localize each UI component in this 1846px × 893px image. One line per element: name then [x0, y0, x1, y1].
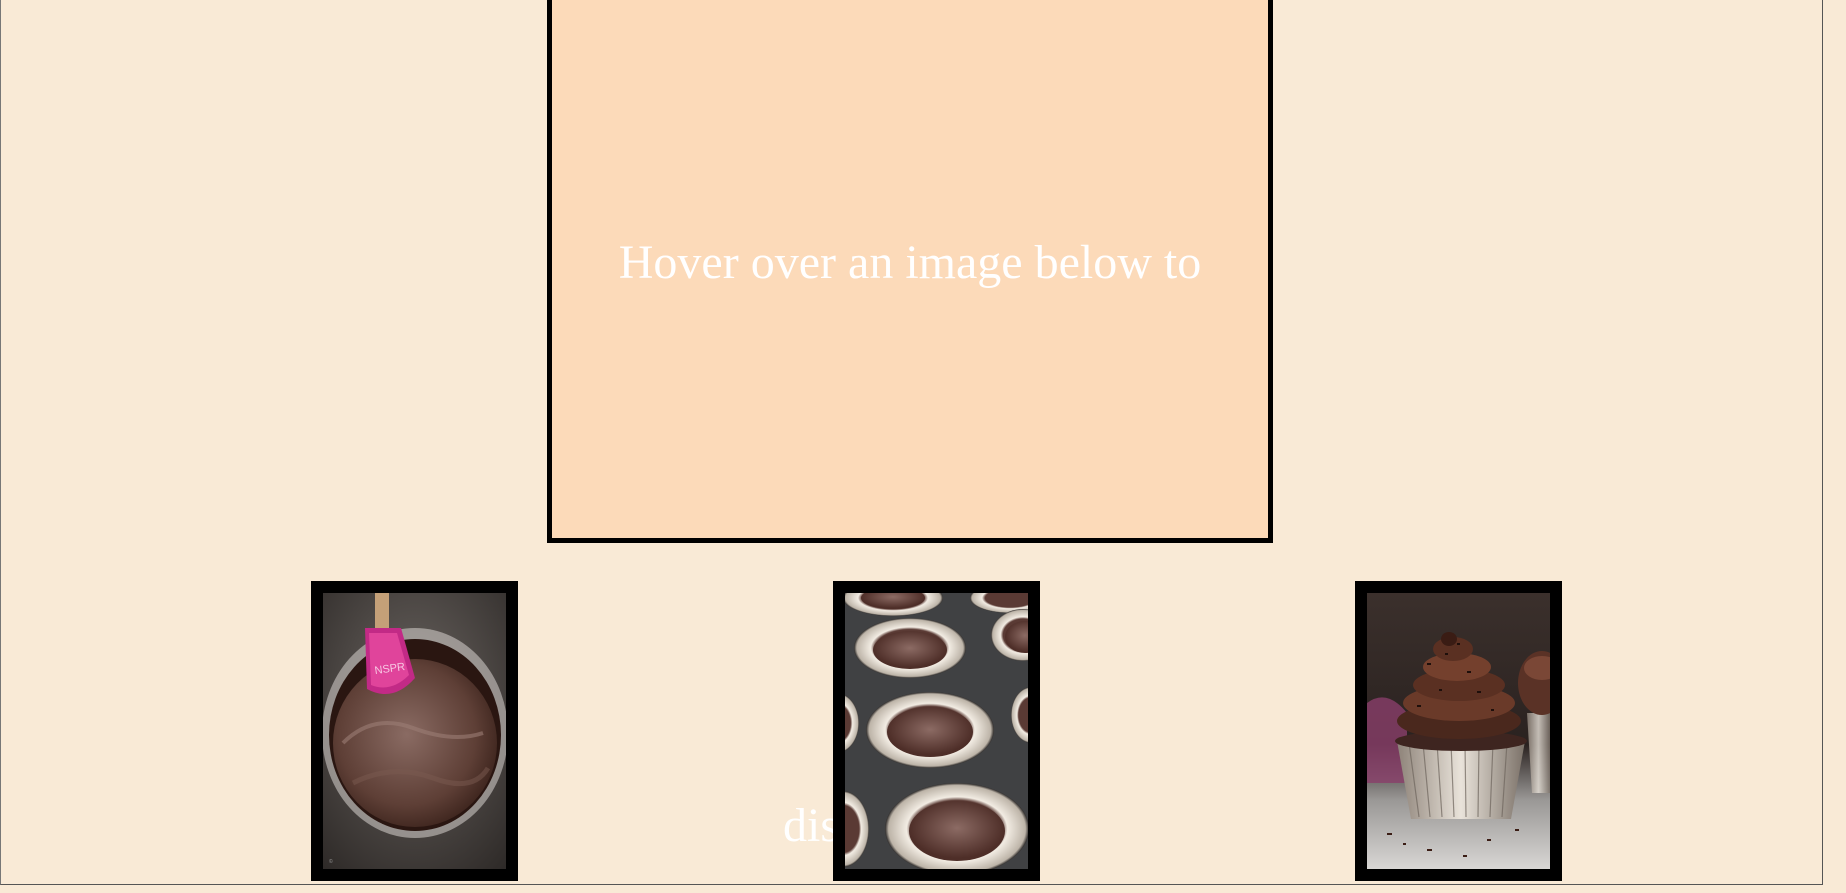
display-message: Hover over an image below to	[618, 236, 1202, 289]
image-display-panel: Hover over an image below to	[547, 0, 1273, 543]
display-message-overflow: dis	[783, 799, 840, 852]
frosted-chocolate-cupcake-image[interactable]	[1367, 593, 1550, 869]
page-frame: Hover over an image below to dis NSPR ©	[0, 0, 1823, 885]
chocolate-batter-bowl-image[interactable]: NSPR ©	[323, 593, 506, 869]
svg-text:©: ©	[329, 858, 333, 865]
thumbnail-1[interactable]: NSPR ©	[311, 581, 518, 881]
thumbnail-3[interactable]	[1355, 581, 1562, 881]
cupcake-liners-batter-image[interactable]	[845, 593, 1028, 869]
thumbnail-2[interactable]	[833, 581, 1040, 881]
